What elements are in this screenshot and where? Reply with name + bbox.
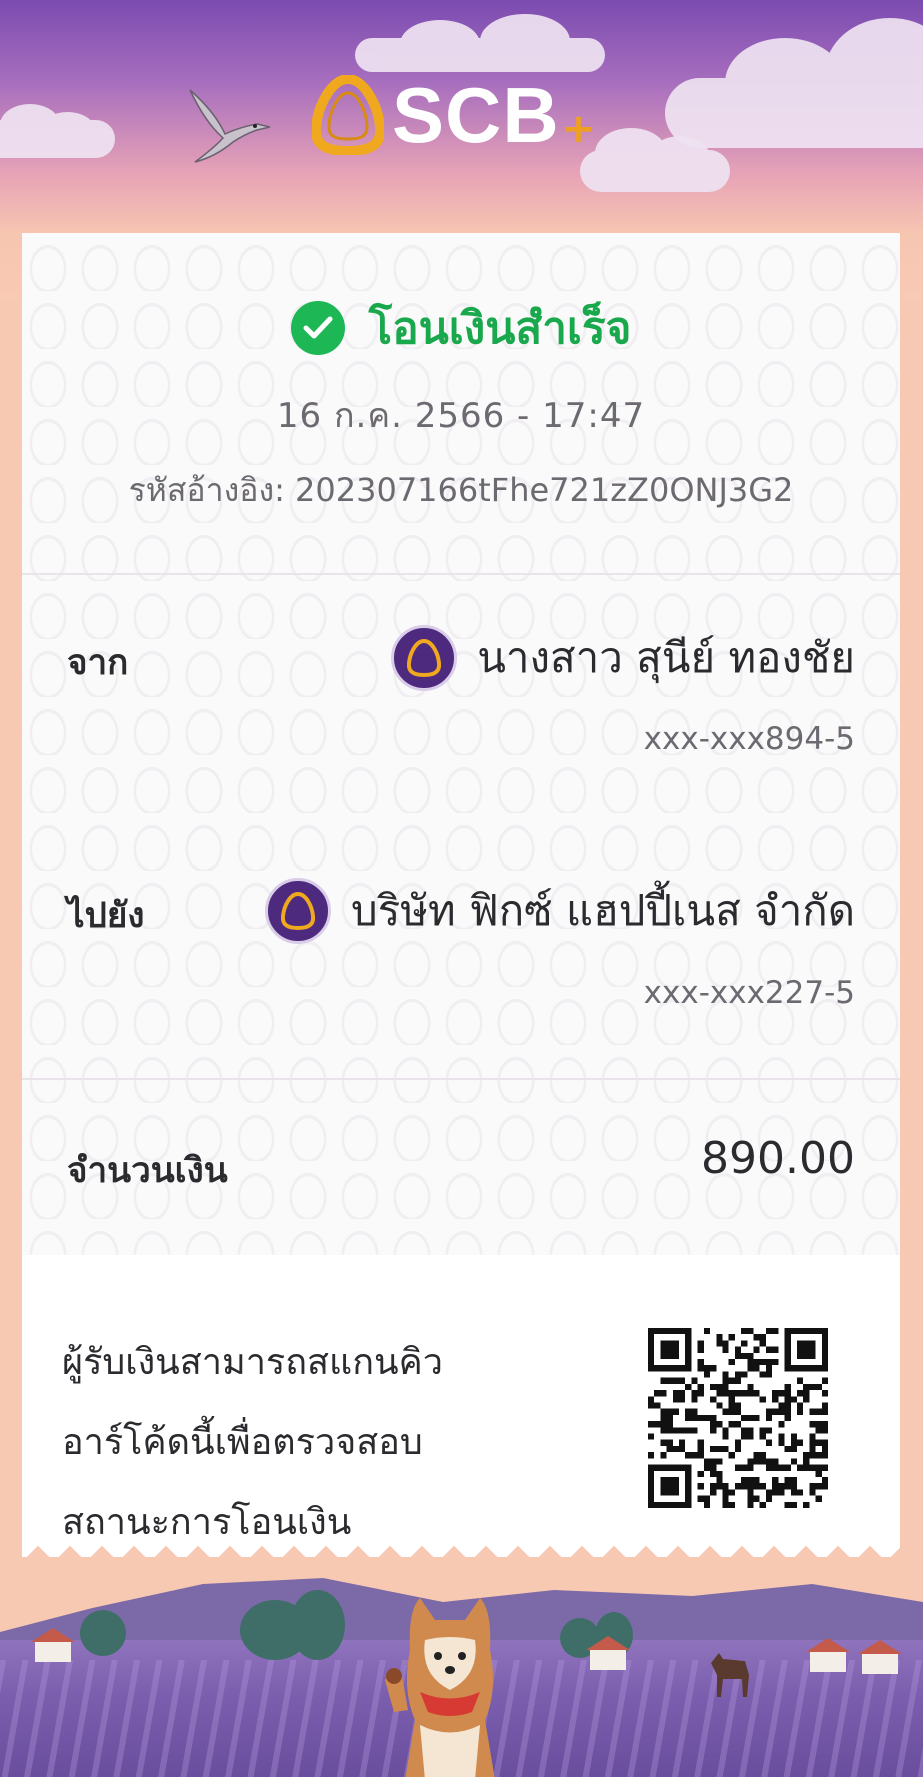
scb-bank-icon — [265, 878, 332, 944]
brand-text: SCB — [392, 71, 560, 159]
bird-illustration — [189, 89, 271, 163]
transfer-datetime: 16 ก.ค. 2566 - 17:47 — [276, 396, 646, 436]
check-circle-icon — [290, 301, 345, 355]
scb-logo: SCB + — [312, 75, 595, 155]
qr-section: ผู้รับเงินสามารถสแกนคิว อาร์โค้ดนี้เพื่อ… — [22, 1255, 900, 1543]
amount-label: จำนวนเงิน — [67, 1151, 228, 1191]
amount-value: 890.00 — [701, 1133, 855, 1184]
lavender-field-illustration — [0, 1520, 923, 1777]
scb-logo-icon — [312, 75, 384, 155]
horse-illustration — [711, 1653, 749, 1697]
cloud-decoration — [0, 104, 115, 158]
reference-line: รหัสอ้างอิง: 202307166tFhe721zZ0ONJ3G2 — [22, 465, 900, 516]
from-account: xxx-xxx894-5 — [643, 721, 855, 757]
from-name: นางสาว สุนีย์ ทองชัย — [477, 633, 855, 682]
section-divider — [22, 573, 900, 575]
house-decoration — [858, 1640, 902, 1674]
to-label: ไปยัง — [67, 896, 145, 936]
cloud-decoration — [665, 18, 923, 148]
scb-bank-icon — [391, 625, 458, 691]
cloud-decoration — [355, 14, 605, 72]
tree-decoration — [80, 1610, 126, 1656]
to-name: บริษัท ฟิกซ์ แฮปปี้เนส จำกัด — [351, 886, 855, 935]
reference-label: รหัสอ้างอิง: — [128, 471, 285, 509]
house-decoration — [31, 1628, 75, 1662]
brand-plus: + — [561, 106, 596, 152]
from-label: จาก — [67, 643, 129, 683]
house-decoration — [806, 1638, 850, 1672]
transfer-receipt-card: โอนเงินสำเร็จ 16 ก.ค. 2566 - 17:47 รหัสอ… — [22, 233, 900, 1543]
to-party: บริษัท ฟิกซ์ แฮปปี้เนส จำกัด — [265, 878, 855, 944]
section-divider — [22, 1078, 900, 1080]
qr-instruction-line: ผู้รับเงินสามารถสแกนคิว — [62, 1342, 443, 1383]
shiba-dog-illustration — [385, 1598, 495, 1777]
verification-qr-code[interactable] — [648, 1328, 828, 1508]
house-decoration — [586, 1636, 630, 1670]
qr-instruction-line: อาร์โค้ดนี้เพื่อตรวจสอบ — [62, 1422, 423, 1463]
tree-decoration — [290, 1590, 345, 1660]
to-account: xxx-xxx227-5 — [643, 975, 855, 1011]
status-text: โอนเงินสำเร็จ — [368, 303, 632, 354]
reference-value[interactable]: 202307166tFhe721zZ0ONJ3G2 — [295, 471, 793, 509]
transfer-status: โอนเงินสำเร็จ — [22, 293, 900, 363]
cloud-decoration — [580, 128, 730, 192]
from-party: นางสาว สุนีย์ ทองชัย — [391, 625, 855, 691]
